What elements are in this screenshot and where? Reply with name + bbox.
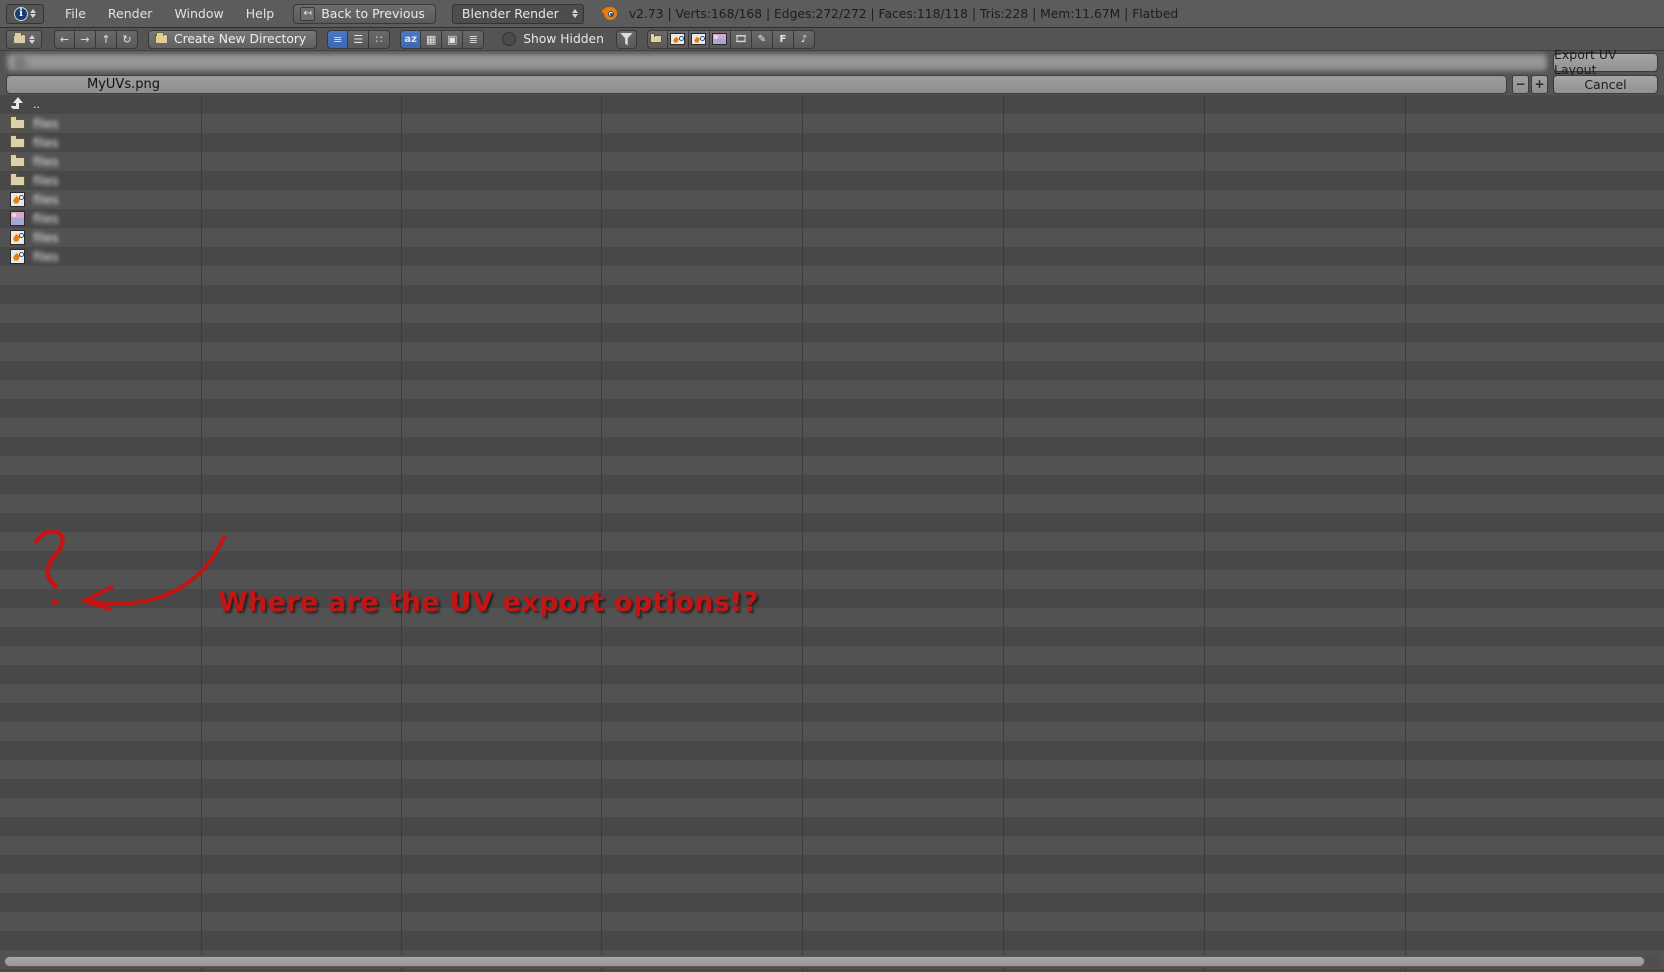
file-row[interactable]: files: [0, 228, 201, 247]
filter-blend-files-button[interactable]: [667, 29, 689, 49]
file-row-label: files: [33, 135, 59, 150]
image-file-icon: [10, 211, 25, 226]
file-row-label: files: [33, 154, 59, 169]
filename-increment-button[interactable]: +: [1531, 74, 1548, 94]
column-divider: [1204, 95, 1205, 971]
show-hidden-checkbox[interactable]: [502, 32, 517, 46]
scrollbar-thumb[interactable]: [4, 956, 1646, 967]
blender-logo-icon: [601, 5, 619, 22]
filename-stepper: − +: [1512, 74, 1548, 94]
display-long-list-button[interactable]: ☰: [348, 29, 370, 49]
top-menu-bar: i File Render Window Help ↤ Back to Prev…: [0, 0, 1664, 28]
display-thumbnails-button[interactable]: ∷: [369, 29, 391, 49]
nav-parent-directory-button[interactable]: ↑: [96, 29, 117, 49]
folder-icon: [10, 154, 25, 169]
column-divider: [601, 95, 602, 971]
file-row-label: files: [33, 116, 59, 131]
sort-by-type-button[interactable]: ▦: [421, 29, 443, 49]
cancel-button[interactable]: Cancel: [1553, 74, 1658, 94]
file-browser-editor-icon[interactable]: [6, 29, 42, 49]
back-arrow-icon: ↤: [300, 6, 316, 21]
filename-decrement-button[interactable]: −: [1512, 74, 1529, 94]
create-new-directory-button[interactable]: + Create New Directory: [148, 29, 318, 49]
menu-file[interactable]: File: [54, 3, 97, 24]
display-short-list-button[interactable]: ≡: [327, 29, 349, 49]
filter-sound-files-button[interactable]: ♪: [793, 29, 815, 49]
file-row-label: files: [33, 173, 59, 188]
file-row-label: files: [33, 249, 59, 264]
file-row-parent[interactable]: ..: [0, 95, 201, 114]
nav-back-button[interactable]: ←: [54, 29, 75, 49]
file-row[interactable]: files: [0, 114, 201, 133]
render-engine-dropdown[interactable]: Blender Render: [451, 3, 584, 24]
annotation-text: Where are the UV export options!?: [218, 587, 759, 618]
filter-funnel-icon[interactable]: [615, 29, 637, 49]
file-row[interactable]: files: [0, 209, 201, 228]
file-list[interactable]: .. files files files files files files files fil…: [0, 95, 201, 266]
file-browser-toolbar: ← → ↑ ↻ + Create New Directory ≡ ☰ ∷ az …: [0, 28, 1664, 51]
filter-font-files-button[interactable]: F: [772, 29, 794, 49]
column-divider: [201, 95, 202, 971]
filter-type-group: 🎞 ✎ F ♪: [646, 29, 815, 49]
directory-path-input[interactable]: D:: [6, 52, 1548, 72]
blend-file-icon: [10, 192, 25, 207]
file-name-value: MyUVs.png: [87, 76, 160, 92]
sort-by-date-button[interactable]: ▣: [442, 29, 464, 49]
column-divider: [401, 95, 402, 971]
folder-icon: [10, 116, 25, 131]
file-row-label: files: [33, 192, 59, 207]
file-row[interactable]: files: [0, 190, 201, 209]
folder-icon: [10, 173, 25, 188]
render-engine-value: Blender Render: [461, 6, 559, 21]
file-browser-main-area[interactable]: .. files files files files files files files fil…: [0, 95, 1664, 971]
nav-refresh-button[interactable]: ↻: [117, 29, 138, 49]
folder-icon: [10, 135, 25, 150]
menu-render[interactable]: Render: [97, 3, 164, 24]
display-mode-group: ≡ ☰ ∷: [327, 29, 391, 49]
editor-type-selector[interactable]: i: [6, 3, 44, 24]
parent-directory-icon: [10, 97, 25, 112]
sort-by-size-button[interactable]: ≣: [463, 29, 485, 49]
filename-field-row: MyUVs.png − + Cancel: [0, 73, 1664, 95]
nav-forward-button[interactable]: →: [75, 29, 96, 49]
filter-script-files-button[interactable]: ✎: [751, 29, 773, 49]
new-folder-icon: +: [155, 32, 168, 45]
info-editor-icon: i: [14, 6, 28, 21]
show-hidden-toggle[interactable]: Show Hidden: [502, 32, 604, 46]
sort-mode-group: az ▦ ▣ ≣: [400, 29, 485, 49]
file-name-input[interactable]: MyUVs.png: [6, 74, 1507, 94]
filter-folders-button[interactable]: [646, 29, 668, 49]
file-row[interactable]: files: [0, 152, 201, 171]
show-hidden-label: Show Hidden: [523, 32, 604, 46]
blend-file-icon: [10, 230, 25, 245]
file-row[interactable]: files: [0, 247, 201, 266]
path-field-row: D: Export UV Layout: [0, 47, 1664, 77]
blend-file-icon: [10, 249, 25, 264]
menu-help[interactable]: Help: [235, 3, 286, 24]
filter-blender-backup-button[interactable]: [688, 29, 710, 49]
chevron-updown-icon: [29, 34, 35, 44]
sort-alphabetical-button[interactable]: az: [400, 29, 422, 49]
back-to-previous-label: Back to Previous: [321, 6, 425, 21]
row-stripe-background: [0, 95, 1664, 971]
filter-movie-files-button[interactable]: 🎞: [730, 29, 752, 49]
column-divider: [1405, 95, 1406, 971]
file-row-label: files: [33, 230, 59, 245]
navigation-button-group: ← → ↑ ↻: [54, 29, 138, 49]
menu-window[interactable]: Window: [163, 3, 234, 24]
horizontal-scrollbar[interactable]: [3, 955, 1661, 968]
file-row-label: files: [33, 211, 59, 226]
column-divider: [1003, 95, 1004, 971]
file-row[interactable]: files: [0, 133, 201, 152]
filter-image-files-button[interactable]: [709, 29, 731, 49]
file-row[interactable]: files: [0, 171, 201, 190]
file-row-label: ..: [33, 98, 40, 111]
back-to-previous-button[interactable]: ↤ Back to Previous: [293, 3, 436, 24]
export-uv-layout-button[interactable]: Export UV Layout: [1553, 47, 1658, 77]
scene-statistics: v2.73 | Verts:168/168 | Edges:272/272 | …: [628, 6, 1179, 21]
chevron-updown-icon: [30, 9, 36, 18]
column-divider: [802, 95, 803, 971]
create-new-directory-label: Create New Directory: [174, 32, 307, 46]
chevron-updown-icon: [571, 9, 578, 18]
